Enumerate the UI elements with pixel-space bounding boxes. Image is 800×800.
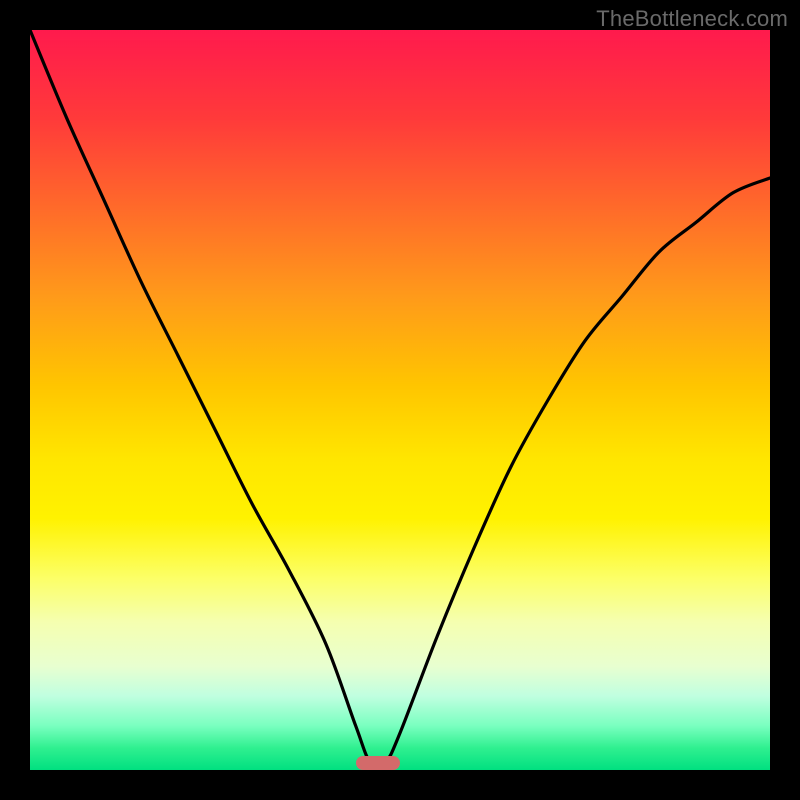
watermark-text: TheBottleneck.com [596, 6, 788, 32]
chart-frame [0, 0, 800, 800]
